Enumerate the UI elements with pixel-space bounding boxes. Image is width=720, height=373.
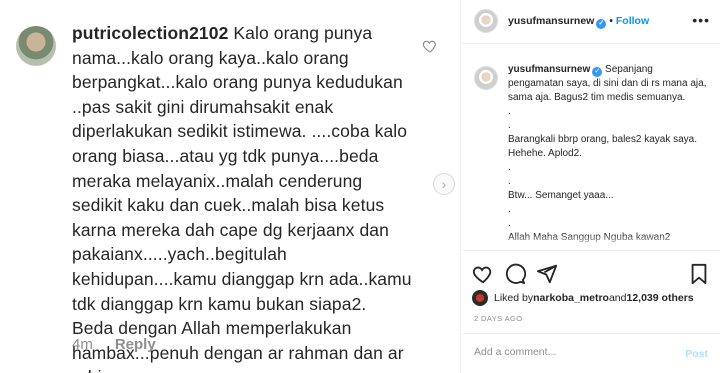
post-header: yusufmansurnew ✓ • Follow ••• (462, 0, 720, 44)
commenter-username[interactable]: putricolection2102 (72, 23, 228, 43)
heart-icon[interactable] (472, 263, 494, 285)
share-icon[interactable] (536, 263, 558, 285)
heart-icon[interactable] (422, 38, 438, 54)
comment-icon[interactable] (504, 263, 526, 285)
follow-button[interactable]: Follow (616, 15, 649, 27)
author-avatar[interactable] (474, 9, 498, 33)
likes-middle: and (608, 292, 627, 304)
caption-username[interactable]: yusufmansurnew (508, 64, 590, 75)
author-username[interactable]: yusufmansurnew (508, 15, 594, 27)
commenter-avatar[interactable] (16, 26, 56, 66)
post-button[interactable]: Post (685, 348, 708, 360)
comment-time: 4m (72, 336, 93, 353)
liker-username[interactable]: narkoba_metro (533, 292, 609, 304)
post-side-panel: yusufmansurnew ✓ • Follow ••• yusufmansurne… (462, 0, 720, 373)
more-options-icon[interactable]: ••• (692, 12, 710, 28)
likes-count[interactable]: 12,039 others (627, 292, 694, 304)
comment-zoom-panel: putricolection2102 Kalo orang punya nama… (0, 0, 461, 373)
comment-meta: 4m Reply (72, 336, 156, 353)
header-user-line: yusufmansurnew ✓ • Follow (508, 15, 649, 29)
liker-avatar[interactable] (472, 290, 488, 306)
likes-line: Liked by narkoba_metro and 12,039 others (472, 290, 694, 306)
comment-input[interactable] (474, 346, 664, 358)
caption-text: Sepanjang pengamatan saya, di sini dan d… (508, 64, 707, 243)
chevron-right-icon[interactable]: › (433, 173, 455, 195)
post-timestamp: 2 DAYS AGO (474, 314, 523, 323)
verified-icon: ✓ (592, 67, 603, 77)
caption-author-avatar[interactable] (474, 66, 498, 90)
comment-body: putricolection2102 Kalo orang punya nama… (72, 21, 412, 373)
verified-icon: ✓ (596, 19, 607, 29)
comment-text: Kalo orang punya nama...kalo orang kaya.… (72, 23, 412, 373)
reply-button[interactable]: Reply (115, 336, 156, 353)
caption-fade (462, 234, 720, 248)
caption: yusufmansurnew ✓ Sepanjang pengamatan say… (508, 63, 708, 245)
add-comment-bar: Post (462, 333, 720, 373)
separator-dot: • (609, 16, 613, 27)
action-bar (462, 250, 720, 294)
likes-prefix: Liked by (494, 292, 534, 304)
bookmark-icon[interactable] (688, 263, 710, 285)
caption-section: yusufmansurnew ✓ Sepanjang pengamatan say… (462, 58, 720, 248)
